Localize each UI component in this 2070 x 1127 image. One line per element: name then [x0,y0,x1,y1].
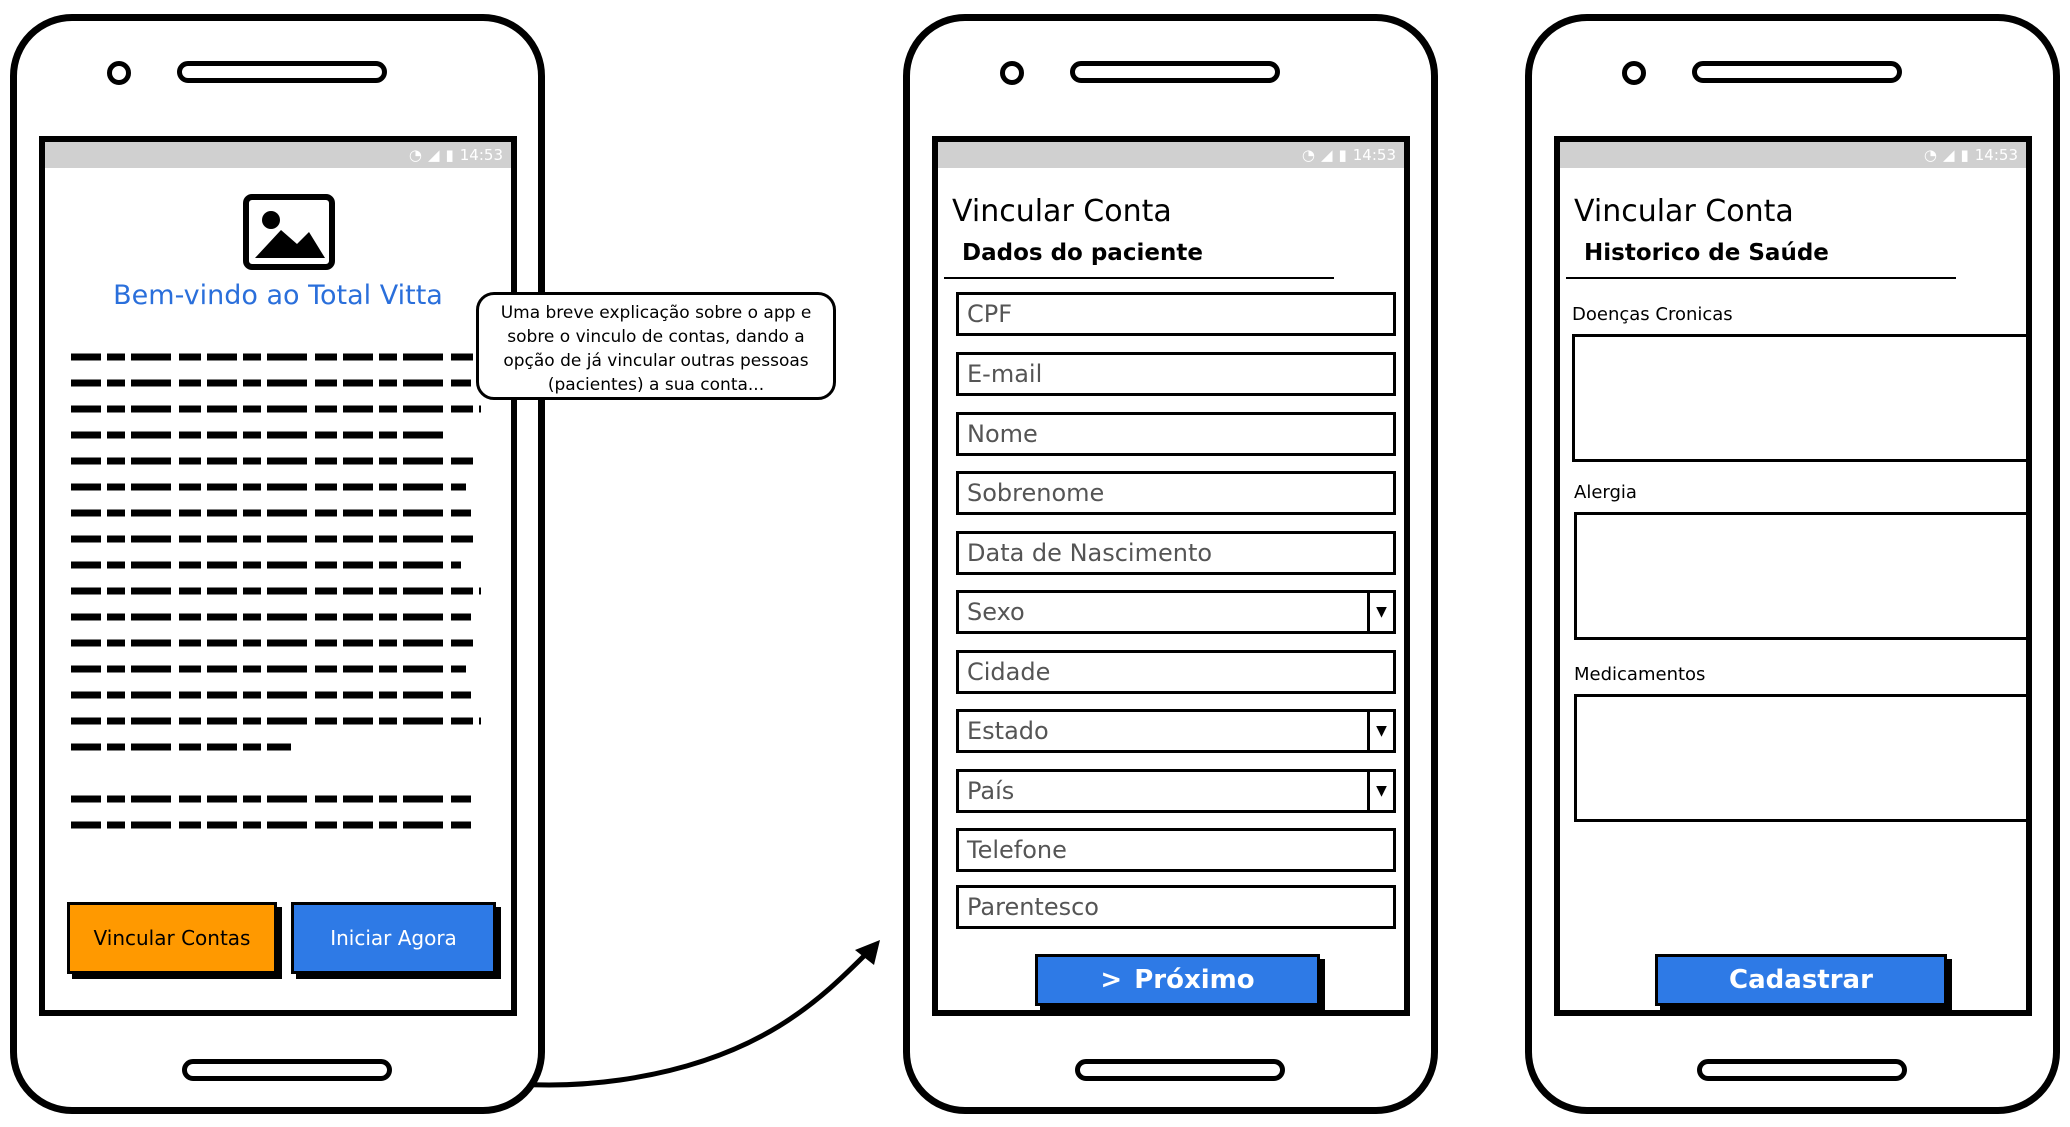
chevron-right-icon: > [1100,965,1123,995]
page-title: Vincular Conta [1574,194,1794,229]
medications-textarea[interactable] [1574,694,2026,822]
medications-label: Medicamentos [1574,664,1706,685]
signal-icon: ◢ [1320,146,1333,164]
battery-icon: ▮ [445,146,454,164]
status-time: 14:53 [1974,146,2018,164]
home-button [1697,1059,1907,1081]
country-select-label: País [967,777,1015,805]
birthdate-field[interactable]: Data de Nascimento [956,531,1396,575]
state-select[interactable]: Estado ▼ [956,709,1396,753]
welcome-screen: ◔ ◢ ▮ 14:53 Bem-vindo ao Total Vitta Vin… [39,136,517,1016]
wifi-icon: ◔ [408,146,422,164]
status-bar: ◔ ◢ ▮ 14:53 [938,142,1404,168]
next-button-label: Próximo [1134,965,1255,995]
chevron-down-icon[interactable]: ▼ [1367,593,1393,631]
camera-icon [1622,61,1646,85]
status-bar: ◔ ◢ ▮ 14:53 [45,142,511,168]
wifi-icon: ◔ [1923,146,1937,164]
surname-field[interactable]: Sobrenome [956,471,1396,515]
signal-icon: ◢ [1942,146,1955,164]
start-now-button[interactable]: Iniciar Agora [291,902,496,974]
section-title: Historico de Saúde [1584,240,1829,266]
patient-data-screen: ◔ ◢ ▮ 14:53 Vincular Conta Dados do paci… [932,136,1410,1016]
image-placeholder-icon [243,194,335,270]
chronic-diseases-textarea[interactable] [1572,334,2026,462]
section-title: Dados do paciente [962,240,1203,266]
battery-icon: ▮ [1338,146,1347,164]
section-divider [944,277,1334,279]
lorem-text-block [71,353,481,829]
country-select[interactable]: País ▼ [956,769,1396,813]
chevron-down-icon[interactable]: ▼ [1367,712,1393,750]
camera-icon [107,61,131,85]
welcome-heading: Bem-vindo ao Total Vitta [113,280,443,311]
allergy-label: Alergia [1574,482,1637,503]
section-divider [1566,277,1956,279]
phone-frame-health-history: ◔ ◢ ▮ 14:53 Vincular Conta Historico de … [1525,14,2060,1114]
cpf-field[interactable]: CPF [956,292,1396,336]
link-accounts-button[interactable]: Vincular Contas [67,902,277,974]
status-time: 14:53 [459,146,503,164]
speaker-slot [1070,61,1280,83]
wifi-icon: ◔ [1301,146,1315,164]
page-title: Vincular Conta [952,194,1172,229]
home-button [1075,1059,1285,1081]
signal-icon: ◢ [427,146,440,164]
speaker-slot [177,61,387,83]
next-button[interactable]: > Próximo [1035,954,1320,1006]
state-select-label: Estado [967,717,1049,745]
phone-frame-patient-data: ◔ ◢ ▮ 14:53 Vincular Conta Dados do paci… [903,14,1438,1114]
sex-select-label: Sexo [967,598,1025,626]
sex-select[interactable]: Sexo ▼ [956,590,1396,634]
speaker-slot [1692,61,1902,83]
phone-field[interactable]: Telefone [956,828,1396,872]
email-field[interactable]: E-mail [956,352,1396,396]
chevron-down-icon[interactable]: ▼ [1367,772,1393,810]
health-history-screen: ◔ ◢ ▮ 14:53 Vincular Conta Historico de … [1554,136,2032,1016]
status-time: 14:53 [1352,146,1396,164]
camera-icon [1000,61,1024,85]
phone-frame-welcome: ◔ ◢ ▮ 14:53 Bem-vindo ao Total Vitta Vin… [10,14,545,1114]
name-field[interactable]: Nome [956,412,1396,456]
city-field[interactable]: Cidade [956,650,1396,694]
home-button [182,1059,392,1081]
status-bar: ◔ ◢ ▮ 14:53 [1560,142,2026,168]
register-button[interactable]: Cadastrar [1655,954,1947,1006]
chronic-diseases-label: Doenças Cronicas [1572,304,1733,325]
battery-icon: ▮ [1960,146,1969,164]
allergy-textarea[interactable] [1574,512,2026,640]
relationship-field[interactable]: Parentesco [956,885,1396,929]
explanation-callout: Uma breve explicação sobre o app e sobre… [476,292,836,400]
